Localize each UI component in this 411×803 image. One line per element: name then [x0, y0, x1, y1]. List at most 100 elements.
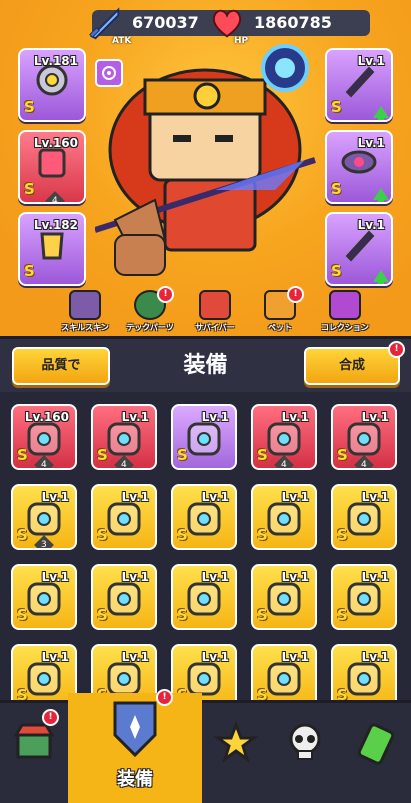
alert-badge: !: [287, 286, 304, 303]
tab-skill-skin[interactable]: スキルスキン: [55, 290, 115, 334]
equip-slot-right-2[interactable]: Lv.1 S: [325, 130, 393, 204]
item-level: Lv.1: [41, 570, 69, 584]
grade-label: S: [97, 526, 108, 544]
hp-stat: HP 1860785: [212, 9, 370, 46]
slot-level: Lv.1: [357, 54, 385, 68]
category-tabs: スキルスキン テックパーツ ! サバイバー ペット ! コレクション: [55, 286, 375, 334]
item-level: Lv.1: [361, 410, 389, 424]
tab-pet[interactable]: ペット !: [250, 286, 310, 334]
equip-slot-left-3[interactable]: Lv.182 S: [18, 212, 86, 286]
item-level: Lv.1: [281, 650, 309, 664]
equip-slot-left-1[interactable]: Lv.181 S: [18, 48, 86, 122]
nav-shop[interactable]: !: [0, 703, 68, 803]
grade-label: S: [331, 98, 342, 116]
inventory-item[interactable]: Lv.1 S 3: [11, 484, 77, 550]
inventory-item[interactable]: Lv.1 S: [11, 564, 77, 630]
inventory-item[interactable]: Lv.160 S 4: [11, 404, 77, 470]
inventory-item[interactable]: Lv.1 S: [251, 484, 317, 550]
star-battle-icon: [214, 721, 258, 763]
grade-label: S: [337, 526, 348, 544]
inventory-item[interactable]: Lv.1 S 4: [91, 404, 157, 470]
equip-slot-right-3[interactable]: Lv.1 S: [325, 212, 393, 286]
grade-label: S: [337, 606, 348, 624]
grade-label: S: [17, 446, 28, 464]
tab-collection[interactable]: コレクション: [315, 290, 375, 334]
grade-label: S: [331, 262, 342, 280]
nav-battle[interactable]: [202, 703, 270, 803]
item-level: Lv.160: [24, 410, 69, 424]
item-level: Lv.1: [201, 570, 229, 584]
grade-label: S: [24, 98, 35, 116]
slot-level: Lv.1: [357, 218, 385, 232]
slot-level: Lv.181: [33, 54, 78, 68]
inventory-item[interactable]: Lv.1 S: [331, 484, 397, 550]
grade-label: S: [17, 606, 28, 624]
inventory-item[interactable]: Lv.1S: [171, 644, 237, 700]
inventory-item[interactable]: Lv.1 S: [91, 564, 157, 630]
tab-tech-parts[interactable]: テックパーツ !: [120, 286, 180, 334]
inventory-item[interactable]: Lv.1 S: [331, 644, 397, 700]
hero-panel: ATK 670037 HP 1860785 Lv.181 S Lv.160 S …: [0, 0, 411, 336]
item-level: Lv.1: [41, 490, 69, 504]
inventory-item[interactable]: Lv.1 S: [331, 564, 397, 630]
star-count-badge: 4: [45, 191, 65, 202]
slot-level: Lv.160: [33, 136, 78, 150]
item-level: Lv.1: [121, 650, 149, 664]
item-level: Lv.1: [201, 490, 229, 504]
inventory-item[interactable]: Lv.1 S: [11, 644, 77, 700]
upgrade-arrow-icon: [373, 188, 389, 202]
item-level: Lv.1: [121, 490, 149, 504]
grade-label: S: [257, 606, 268, 624]
grade-label: S: [337, 686, 348, 700]
shop-icon: [14, 723, 54, 759]
survivor-icon: [199, 290, 231, 320]
grade-label: S: [17, 526, 28, 544]
item-level: Lv.1: [121, 410, 149, 424]
grade-label: S: [97, 446, 108, 464]
atk-value: 670037: [132, 13, 199, 32]
item-level: Lv.1: [41, 650, 69, 664]
hat-icon: [69, 290, 101, 320]
item-level: Lv.1: [281, 410, 309, 424]
equip-slot-right-1[interactable]: Lv.1 S: [325, 48, 393, 122]
inventory-item[interactable]: Lv.1 S 4: [331, 404, 397, 470]
inventory-item[interactable]: Lv.1 S: [91, 484, 157, 550]
grade-label: S: [257, 686, 268, 700]
item-level: Lv.1: [361, 570, 389, 584]
upgrade-arrow-icon: [373, 270, 389, 284]
grade-label: S: [24, 180, 35, 198]
nav-equipment-label: 装備: [117, 769, 153, 790]
inventory-item[interactable]: Lv.1S: [171, 404, 237, 470]
energy-orb-icon: [261, 44, 309, 92]
grade-label: S: [17, 686, 28, 700]
item-level: Lv.1: [361, 490, 389, 504]
alert-badge: !: [157, 286, 174, 303]
inventory-item[interactable]: Lv.1 S: [171, 564, 237, 630]
inventory-item[interactable]: Lv.1 S: [171, 484, 237, 550]
upgrade-arrow-icon: [373, 106, 389, 120]
nav-evolve[interactable]: [340, 703, 411, 803]
grade-label: S: [177, 526, 188, 544]
inventory-toolbar: 品質で 装備 合成 !: [0, 336, 411, 393]
equipment-icon: [113, 701, 157, 758]
inventory-item[interactable]: Lv.1S: [251, 564, 317, 630]
inventory-item[interactable]: Lv.1 S 4: [251, 404, 317, 470]
inventory-item[interactable]: Lv.1 S: [251, 644, 317, 700]
item-level: Lv.1: [281, 490, 309, 504]
nav-equipment[interactable]: ! 装備: [68, 689, 202, 803]
chest-icon: [329, 290, 361, 320]
grade-label: S: [257, 526, 268, 544]
merge-button[interactable]: 合成: [304, 347, 400, 385]
alert-badge: !: [42, 709, 59, 726]
slot-level: Lv.182: [33, 218, 78, 232]
item-level: Lv.1: [121, 570, 149, 584]
grade-label: S: [97, 606, 108, 624]
inventory-item[interactable]: Lv.1S: [91, 644, 157, 700]
nav-challenge[interactable]: [270, 703, 340, 803]
grade-label: S: [177, 446, 188, 464]
equip-slot-left-2[interactable]: Lv.160 S 4: [18, 130, 86, 204]
item-level: Lv.1: [361, 650, 389, 664]
tab-survivor[interactable]: サバイバー: [185, 290, 245, 334]
skull-icon: [289, 723, 321, 760]
grade-label: S: [177, 606, 188, 624]
